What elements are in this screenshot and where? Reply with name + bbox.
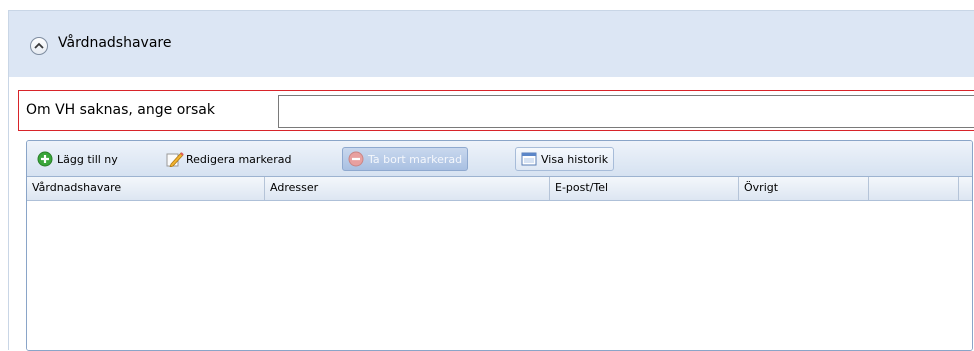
minus-circle-icon: [348, 151, 364, 167]
column-email-phone[interactable]: E-post/Tel: [550, 177, 739, 200]
section-title: Vårdnadshavare: [58, 35, 172, 51]
collapse-button[interactable]: [30, 37, 48, 55]
grid-toolbar: Lägg till ny Redigera markerad Ta bort m…: [27, 141, 972, 177]
add-new-label: Lägg till ny: [57, 152, 118, 166]
guardians-panel: Vårdnadshavare Om VH saknas, ange orsak …: [8, 10, 974, 351]
spacer: [9, 77, 974, 89]
plus-circle-icon: [37, 151, 53, 167]
delete-selected-label: Ta bort markerad: [368, 152, 463, 166]
chevron-up-icon: [34, 42, 44, 49]
window-icon: [521, 151, 537, 167]
reason-label: Om VH saknas, ange orsak: [26, 102, 215, 118]
missing-guardian-reason-row: Om VH saknas, ange orsak: [18, 90, 974, 131]
add-new-button[interactable]: Lägg till ny: [37, 147, 118, 171]
column-guardian[interactable]: Vårdnadshavare: [27, 177, 265, 200]
edit-selected-button[interactable]: Redigera markerad: [166, 147, 291, 171]
column-extra[interactable]: [869, 177, 959, 200]
grid-column-header: Vårdnadshavare Adresser E-post/Tel Övrig…: [27, 177, 972, 201]
show-history-label: Visa historik: [541, 152, 609, 166]
guardians-grid: Lägg till ny Redigera markerad Ta bort m…: [26, 140, 973, 351]
reason-input[interactable]: [278, 95, 974, 128]
grid-body: [27, 201, 972, 350]
column-other[interactable]: Övrigt: [739, 177, 869, 200]
edit-selected-label: Redigera markerad: [186, 152, 292, 166]
show-history-button[interactable]: Visa historik: [515, 147, 615, 171]
delete-selected-button[interactable]: Ta bort markerad: [342, 147, 469, 171]
section-header: Vårdnadshavare: [9, 11, 974, 77]
pencil-icon: [166, 151, 184, 168]
column-addresses[interactable]: Adresser: [265, 177, 550, 200]
